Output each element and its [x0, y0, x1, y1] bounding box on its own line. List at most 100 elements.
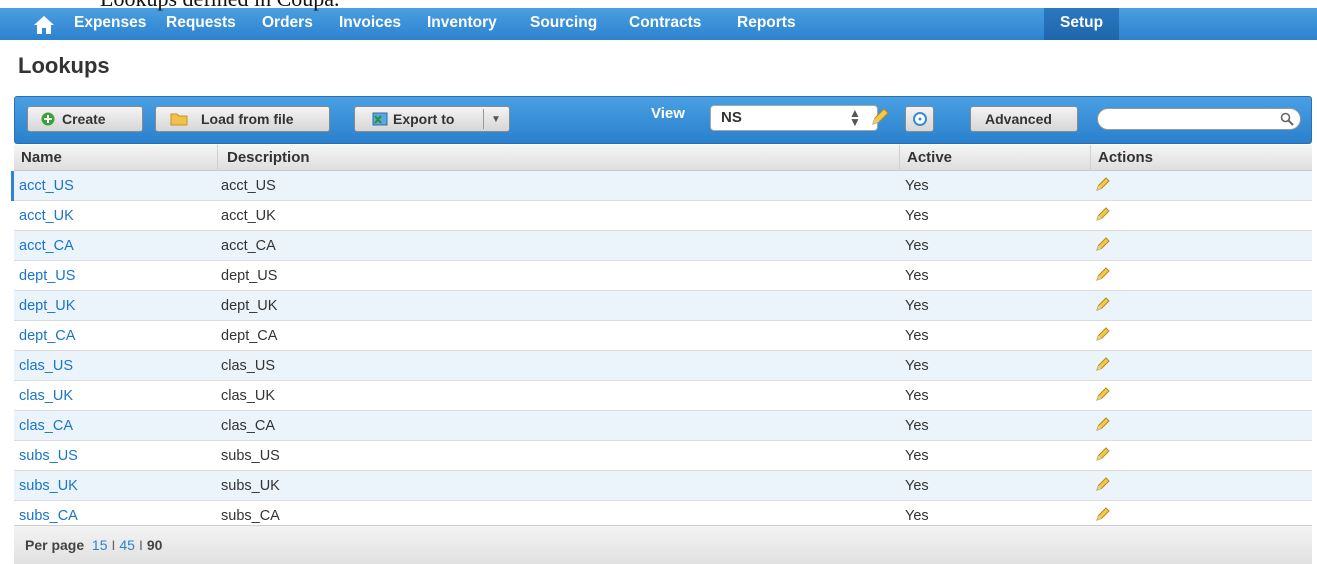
nav-item-inventory[interactable]: Inventory — [427, 8, 497, 40]
table-row: subs_UK subs_UK Yes — [14, 471, 1312, 501]
table-header: Name Description Active Actions — [14, 145, 1312, 171]
split-divider — [483, 109, 484, 129]
nav-item-expenses[interactable]: Expenses — [74, 8, 146, 40]
column-divider — [217, 145, 218, 171]
edit-pencil-icon[interactable] — [1095, 266, 1111, 286]
select-arrows-icon: ▲ ▼ — [849, 106, 861, 129]
lookup-active-status: Yes — [905, 238, 929, 254]
table-row: clas_CA clas_CA Yes — [14, 411, 1312, 441]
lookup-description: dept_UK — [221, 298, 278, 314]
search-input[interactable] — [1097, 108, 1301, 130]
edit-pencil-icon[interactable] — [1095, 236, 1111, 256]
lookup-name-link[interactable]: acct_UK — [19, 208, 74, 224]
row-selection-marker — [11, 171, 14, 201]
advanced-button[interactable]: Advanced — [970, 106, 1078, 132]
edit-pencil-icon[interactable] — [1095, 296, 1111, 316]
column-header-name[interactable]: Name — [21, 149, 62, 166]
caption-text: Lookups defined in Coupa. — [100, 0, 340, 12]
create-button[interactable]: Create — [27, 106, 143, 132]
lookup-active-status: Yes — [905, 178, 929, 194]
lookup-active-status: Yes — [905, 388, 929, 404]
edit-pencil-icon[interactable] — [1095, 356, 1111, 376]
lookup-name-link[interactable]: acct_CA — [19, 238, 74, 254]
nav-item-orders[interactable]: Orders — [262, 8, 313, 40]
table-row: dept_CA dept_CA Yes — [14, 321, 1312, 351]
separator: I — [138, 537, 143, 553]
table-row: subs_US subs_US Yes — [14, 441, 1312, 471]
lookup-description: subs_UK — [221, 478, 280, 494]
home-icon[interactable] — [33, 15, 55, 35]
lookup-active-status: Yes — [905, 478, 929, 494]
lookup-name-link[interactable]: clas_US — [19, 358, 73, 374]
lookup-active-status: Yes — [905, 298, 929, 314]
clock-icon — [913, 112, 927, 126]
table-row: acct_US acct_US Yes — [11, 171, 1312, 201]
column-header-description[interactable]: Description — [227, 149, 310, 166]
lookup-active-status: Yes — [905, 418, 929, 434]
create-button-label: Create — [62, 111, 106, 127]
lookup-name-link[interactable]: clas_CA — [19, 418, 73, 434]
chevron-down-icon[interactable]: ▼ — [491, 108, 501, 132]
lookup-active-status: Yes — [905, 208, 929, 224]
table-row: acct_CA acct_CA Yes — [14, 231, 1312, 261]
edit-pencil-icon[interactable] — [1095, 326, 1111, 346]
column-header-active[interactable]: Active — [907, 149, 952, 166]
lookup-description: acct_US — [221, 178, 276, 194]
per-page-control: Per page 15 I 45 I 90 — [25, 537, 162, 553]
lookup-name-link[interactable]: dept_CA — [19, 328, 75, 344]
table-row: clas_US clas_US Yes — [14, 351, 1312, 381]
table-row: dept_US dept_US Yes — [14, 261, 1312, 291]
lookup-description: acct_UK — [221, 208, 276, 224]
lookup-name-link[interactable]: subs_CA — [19, 508, 78, 524]
lookup-description: clas_CA — [221, 418, 275, 434]
lookup-name-link[interactable]: clas_UK — [19, 388, 73, 404]
nav-item-requests[interactable]: Requests — [166, 8, 236, 40]
edit-pencil-icon[interactable] — [1095, 446, 1111, 466]
edit-pencil-icon[interactable] — [1095, 386, 1111, 406]
load-from-file-button[interactable]: Load from file — [155, 106, 330, 132]
load-from-file-label: Load from file — [201, 111, 294, 127]
edit-pencil-icon[interactable] — [1095, 206, 1111, 226]
nav-item-reports[interactable]: Reports — [737, 8, 796, 40]
toolbar: Create Load from file Export to ▼ View N… — [14, 96, 1312, 144]
lookup-description: subs_US — [221, 448, 280, 464]
advanced-button-label: Advanced — [985, 111, 1052, 127]
edit-view-pencil-icon[interactable] — [870, 107, 890, 127]
column-divider — [899, 145, 900, 171]
separator: I — [111, 537, 116, 553]
lookup-active-status: Yes — [905, 508, 929, 524]
top-navigation: Expenses Requests Orders Invoices Invent… — [0, 8, 1317, 40]
pagination-footer: Per page 15 I 45 I 90 — [14, 525, 1312, 564]
nav-item-invoices[interactable]: Invoices — [339, 8, 401, 40]
lookup-description: dept_US — [221, 268, 278, 284]
lookup-description: acct_CA — [221, 238, 276, 254]
plus-circle-icon — [41, 112, 55, 126]
lookup-description: clas_US — [221, 358, 275, 374]
edit-pencil-icon[interactable] — [1095, 476, 1111, 496]
table-row: acct_UK acct_UK Yes — [14, 201, 1312, 231]
lookup-name-link[interactable]: dept_US — [19, 268, 75, 284]
lookup-name-link[interactable]: subs_UK — [19, 478, 78, 494]
nav-item-sourcing[interactable]: Sourcing — [530, 8, 597, 40]
lookup-active-status: Yes — [905, 328, 929, 344]
column-divider — [1090, 145, 1091, 171]
nav-item-contracts[interactable]: Contracts — [629, 8, 701, 40]
export-to-button[interactable]: Export to ▼ — [354, 106, 510, 132]
view-select-value: NS — [721, 109, 742, 126]
view-select[interactable]: NS ▲ ▼ — [710, 105, 878, 131]
lookup-description: clas_UK — [221, 388, 275, 404]
edit-pencil-icon[interactable] — [1095, 176, 1111, 196]
view-options-button[interactable] — [905, 106, 934, 132]
per-page-option-45[interactable]: 45 — [119, 537, 135, 553]
lookup-name-link[interactable]: subs_US — [19, 448, 78, 464]
edit-pencil-icon[interactable] — [1095, 506, 1111, 526]
lookup-name-link[interactable]: dept_UK — [19, 298, 75, 314]
lookup-description: dept_CA — [221, 328, 278, 344]
spreadsheet-icon — [372, 112, 388, 126]
search-icon[interactable] — [1280, 112, 1294, 126]
edit-pencil-icon[interactable] — [1095, 416, 1111, 436]
per-page-option-15[interactable]: 15 — [92, 537, 108, 553]
nav-item-setup[interactable]: Setup — [1044, 8, 1120, 40]
page-title: Lookups — [18, 53, 110, 78]
lookup-name-link[interactable]: acct_US — [19, 178, 74, 194]
